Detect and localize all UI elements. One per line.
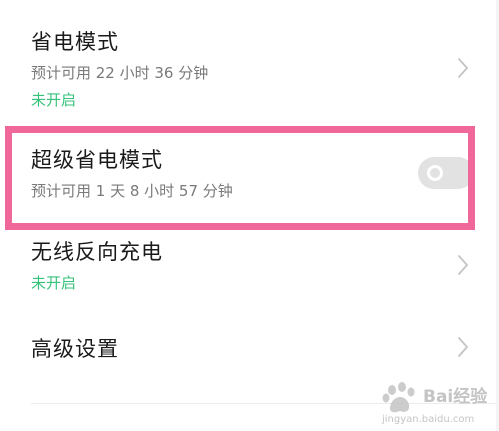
- battery-settings-screen: 省电模式 预计可用 22 小时 36 分钟 未开启 超级省电模式 预计可用 1 …: [0, 0, 499, 431]
- power-saving-mode-title: 省电模式: [31, 30, 119, 54]
- chevron-right-icon: [458, 58, 468, 78]
- row-wireless-reverse-charging[interactable]: 无线反向充电 未开启: [0, 232, 499, 312]
- super-power-saving-mode-estimate: 预计可用 1 天 8 小时 57 分钟: [31, 182, 233, 200]
- baidu-jingyan-watermark: Bai经验 jingyan.baidu.com: [380, 381, 496, 429]
- super-power-saving-mode-title: 超级省电模式: [31, 148, 163, 172]
- power-saving-mode-estimate: 预计可用 22 小时 36 分钟: [31, 64, 209, 82]
- row-power-saving-mode[interactable]: 省电模式 预计可用 22 小时 36 分钟 未开启: [0, 0, 499, 122]
- watermark-url-text: jingyan.baidu.com: [382, 414, 475, 425]
- toggle-knob: [427, 165, 443, 181]
- paw-icon: [382, 382, 415, 413]
- advanced-settings-title: 高级设置: [31, 337, 119, 361]
- power-saving-mode-status: 未开启: [31, 91, 77, 109]
- chevron-right-icon: [458, 255, 468, 275]
- super-power-saving-toggle[interactable]: [418, 157, 474, 189]
- watermark-brand-text: Bai经验: [423, 387, 488, 407]
- wireless-reverse-charging-status: 未开启: [31, 274, 77, 292]
- chevron-right-icon: [458, 337, 468, 357]
- wireless-reverse-charging-title: 无线反向充电: [31, 240, 163, 264]
